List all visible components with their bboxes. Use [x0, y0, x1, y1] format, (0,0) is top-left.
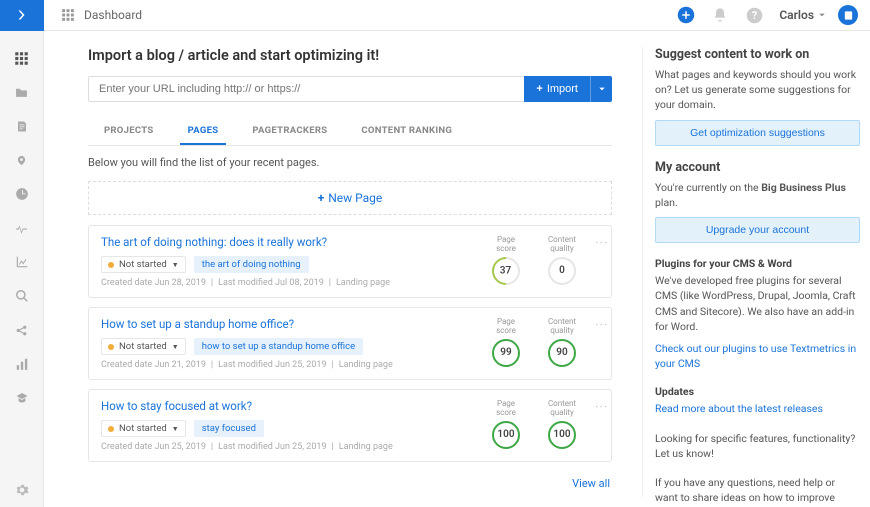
caret-down-icon — [818, 11, 826, 19]
plugins-heading: Plugins for your CMS & Word — [655, 257, 860, 270]
sidebar-health[interactable] — [7, 214, 37, 242]
clock-icon — [15, 187, 29, 201]
import-heading: Import a blog / article and start optimi… — [88, 47, 612, 64]
user-menu[interactable]: Carlos — [779, 8, 826, 22]
add-button[interactable] — [677, 6, 695, 24]
new-page-button[interactable]: +New Page — [88, 181, 612, 215]
page-icon — [16, 119, 28, 134]
sidebar-education[interactable] — [7, 384, 37, 412]
subtext: Below you will find the list of your rec… — [88, 156, 612, 169]
status-chip[interactable]: Not started▼ — [101, 338, 186, 355]
updates-link[interactable]: Read more about the latest releases — [655, 402, 823, 415]
pin-icon — [16, 153, 27, 168]
folder-icon — [14, 86, 29, 99]
sidebar-search[interactable] — [7, 282, 37, 310]
card-menu[interactable]: ⋮ — [598, 318, 603, 330]
keyword-chip: how to set up a standup home office — [194, 338, 363, 355]
page-score: 37 — [486, 251, 526, 291]
user-name: Carlos — [779, 8, 814, 22]
heartbeat-icon — [14, 222, 29, 235]
card-menu[interactable]: ⋮ — [598, 400, 603, 412]
apps-menu[interactable] — [58, 5, 78, 25]
url-input[interactable] — [88, 76, 524, 102]
suggest-text: What pages and keywords should you work … — [655, 67, 860, 113]
feedback-text: Looking for specific features, functiona… — [655, 431, 860, 461]
status-chip[interactable]: Not started▼ — [101, 256, 186, 273]
plus-circle-icon — [677, 6, 695, 24]
gear-icon — [15, 483, 29, 497]
page-card: How to stay focused at work? Not started… — [88, 389, 612, 462]
tab-pages[interactable]: PAGES — [180, 118, 227, 145]
page-title: Dashboard — [84, 8, 142, 22]
keyword-chip: the art of doing nothing — [194, 256, 309, 273]
status-chip[interactable]: Not started▼ — [101, 420, 186, 437]
import-button[interactable]: +Import — [524, 76, 590, 102]
account-text: You're currently on the Big Business Plu… — [655, 180, 860, 210]
topbar: Dashboard ? Carlos — [0, 0, 870, 31]
view-all-link[interactable]: View all — [88, 471, 612, 496]
bar-chart-icon — [15, 357, 29, 371]
page-card: The art of doing nothing: does it really… — [88, 225, 612, 298]
import-dropdown[interactable] — [590, 76, 612, 102]
page-score: 100 — [492, 421, 520, 449]
sidebar — [0, 31, 44, 507]
app-logo[interactable] — [0, 0, 44, 31]
sidebar-settings[interactable] — [7, 476, 37, 504]
sidebar-stats[interactable] — [7, 350, 37, 378]
account-heading: My account — [655, 160, 860, 175]
quality-score: 0 — [548, 257, 576, 285]
sidebar-pages[interactable] — [7, 112, 37, 140]
graduation-icon — [14, 392, 30, 404]
avatar[interactable] — [838, 5, 858, 25]
plugins-text: We've developed free plugins for several… — [655, 273, 860, 334]
help-icon: ? — [746, 7, 763, 24]
search-icon — [15, 289, 29, 303]
suggest-heading: Suggest content to work on — [655, 47, 860, 62]
plugins-link[interactable]: Check out our plugins to use Textmetrics… — [655, 342, 856, 370]
sidebar-projects[interactable] — [7, 78, 37, 106]
grid-icon — [14, 51, 29, 66]
tab-pagetrackers[interactable]: PAGETRACKERS — [244, 118, 335, 145]
share-icon — [14, 324, 29, 337]
quality-score: 100 — [548, 421, 576, 449]
page-title-link[interactable]: How to set up a standup home office? — [101, 317, 294, 331]
tabs: PROJECTS PAGES PAGETRACKERS CONTENT RANK… — [88, 118, 612, 146]
logo-icon — [16, 9, 28, 21]
suggestions-button[interactable]: Get optimization suggestions — [655, 120, 860, 146]
apps-grid-icon — [61, 8, 75, 22]
sidebar-trends[interactable] — [7, 248, 37, 276]
note-icon — [843, 10, 854, 21]
sidebar-location[interactable] — [7, 146, 37, 174]
help-button[interactable]: ? — [745, 6, 763, 24]
page-score: 99 — [492, 339, 520, 367]
contact-text: If you have any questions, need help or … — [655, 475, 860, 507]
sidebar-share[interactable] — [7, 316, 37, 344]
page-title-link[interactable]: The art of doing nothing: does it really… — [101, 235, 327, 249]
tab-projects[interactable]: PROJECTS — [96, 118, 162, 145]
notifications-button[interactable] — [711, 6, 729, 24]
sidebar-time[interactable] — [7, 180, 37, 208]
upgrade-button[interactable]: Upgrade your account — [655, 217, 860, 243]
caret-down-icon — [598, 85, 606, 93]
card-menu[interactable]: ⋮ — [598, 236, 603, 248]
page-title-link[interactable]: How to stay focused at work? — [101, 399, 252, 413]
svg-text:?: ? — [752, 9, 757, 22]
sidebar-dashboard[interactable] — [7, 44, 37, 72]
tab-content-ranking[interactable]: CONTENT RANKING — [353, 118, 460, 145]
bell-icon — [712, 7, 728, 23]
updates-heading: Updates — [655, 385, 860, 398]
chart-line-icon — [15, 255, 29, 269]
keyword-chip: stay focused — [194, 420, 264, 437]
page-card: How to set up a standup home office? Not… — [88, 307, 612, 380]
quality-score: 90 — [548, 339, 576, 367]
